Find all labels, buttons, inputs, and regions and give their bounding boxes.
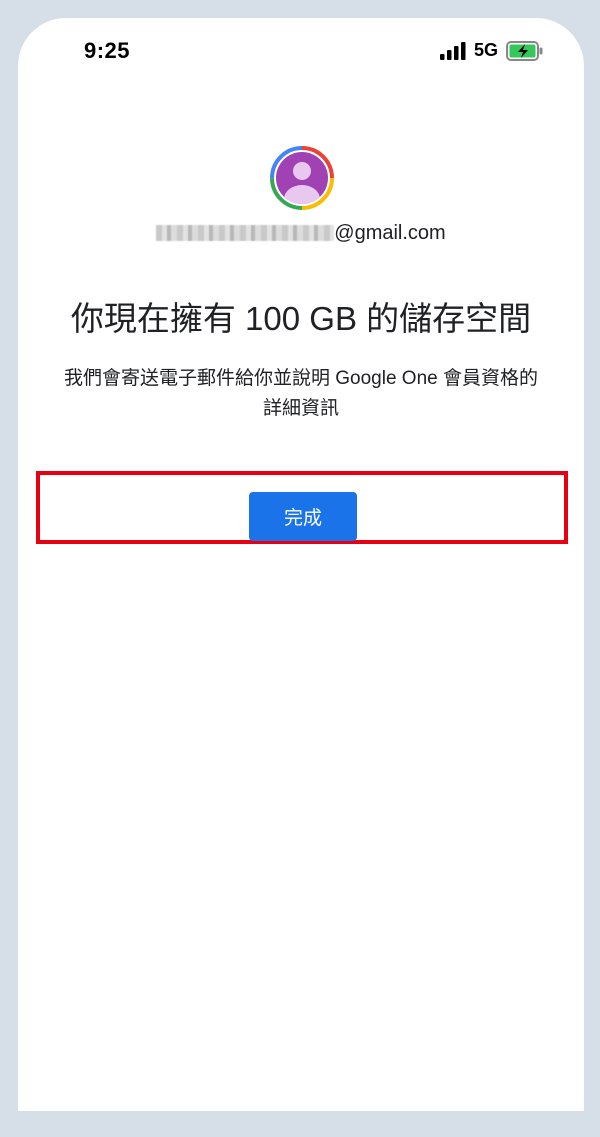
page-title: 你現在擁有 100 GB 的儲存空間 [70, 300, 532, 337]
email-domain: @gmail.com [334, 222, 446, 244]
device-frame: 9:25 5G @gmail.com 你現在擁有 100 GB 的儲存空間 我們… [0, 0, 600, 1137]
status-bar: 9:25 5G [18, 18, 584, 82]
description-text: 我們會寄送電子郵件給你並說明 Google One 會員資格的詳細資訊 [63, 368, 539, 419]
status-indicators: 5G [439, 40, 544, 61]
battery-charging-icon [506, 40, 543, 61]
redacted-username [156, 225, 335, 241]
screen: 9:25 5G @gmail.com 你現在擁有 100 GB 的儲存空間 我們… [18, 18, 584, 1111]
account-email: @gmail.com [18, 222, 584, 245]
signal-bars-icon [439, 41, 466, 60]
done-button[interactable]: 完成 [249, 492, 357, 541]
account-avatar-icon [270, 146, 334, 210]
network-label: 5G [473, 40, 498, 60]
status-time: 9:25 [84, 38, 131, 63]
